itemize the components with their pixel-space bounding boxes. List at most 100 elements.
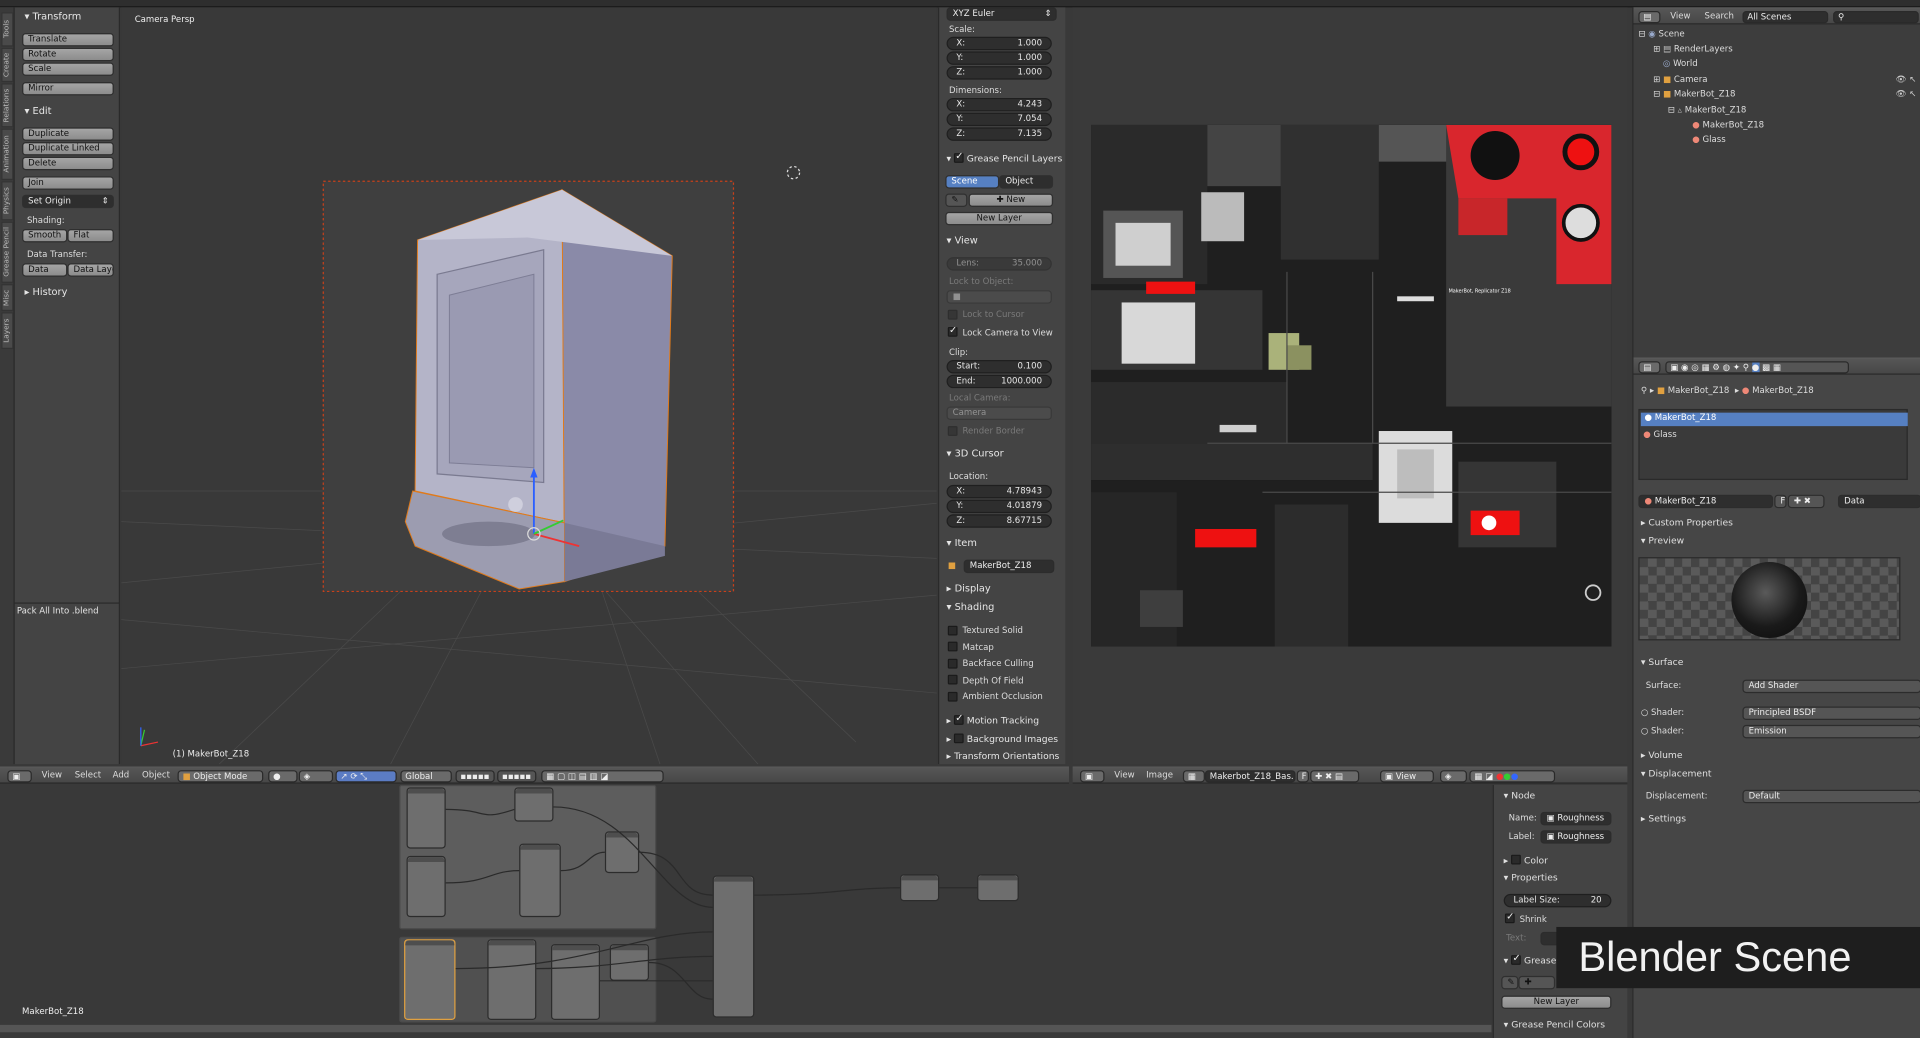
lens-field[interactable]: Lens: 35.000 [946,257,1052,271]
displacement-panel-title[interactable]: ▾ Displacement [1641,768,1712,779]
menu-view-image[interactable]: View [1114,770,1134,780]
menu-select[interactable]: Select [75,770,101,780]
delete-button[interactable]: Delete [22,156,114,171]
cursor-x-field[interactable]: X: 4.78943 [946,484,1052,499]
item-panel-title[interactable]: ▾ Item [947,538,977,549]
pack-all-operator-title[interactable]: ▾ Pack All Into .blend [10,606,99,616]
lock-camera-to-view-checkbox[interactable] [947,324,958,337]
visibility-eye-icon[interactable]: 👁︎ ↖ [1896,75,1917,85]
surface-shader-field[interactable]: Add Shader [1742,679,1920,694]
outliner-row-scene[interactable]: ⊟ ◉ Scene [1638,29,1684,39]
orientation-dropdown[interactable]: Global [400,770,452,783]
tab-misc[interactable]: Misc [1,284,14,312]
data-button[interactable]: Data [22,263,68,277]
data-layout-button[interactable]: Data Layo [67,263,114,277]
label-size-field[interactable]: Label Size: 20 [1503,893,1612,908]
gp-object-tab[interactable]: Object [999,175,1054,189]
custom-properties-panel-title[interactable]: ▸ Custom Properties [1641,517,1733,528]
backface-culling-checkbox[interactable] [947,658,958,669]
image-editor-type-icon[interactable]: ▣ [1080,770,1105,783]
clip-end-field[interactable]: End: 1000.000 [946,374,1052,389]
depth-of-field-checkbox[interactable] [947,674,958,685]
tab-layers[interactable]: Layers [1,312,14,349]
new-layer-button[interactable]: New Layer [945,211,1054,226]
image-browse-icon[interactable]: ▦ [1182,770,1205,783]
outliner-row-world[interactable]: ◎ World [1663,59,1698,69]
viewport-scene[interactable] [121,7,937,765]
local-camera-field[interactable]: Camera [946,406,1052,421]
transform-panel-title[interactable]: ▾ Transform [24,11,81,22]
image-actions-icons[interactable]: ✚ ✖ ▤ [1310,770,1360,783]
manipulator-toggle-icon[interactable]: ↗ ⟳ ⤡ [335,770,397,783]
outliner-menu-view[interactable]: View [1670,11,1690,21]
editor-type-icon[interactable]: ▣ [7,770,32,783]
tab-physics[interactable]: Physics [1,181,14,221]
display-panel-title[interactable]: ▸ Display [947,583,991,594]
cursor-y-field[interactable]: Y: 4.01879 [946,499,1052,514]
surface-panel-title[interactable]: ▾ Surface [1641,656,1684,667]
shrink-checkbox[interactable] [1504,911,1515,924]
properties-type-icon[interactable]: ▤ [1638,361,1661,374]
properties-panel-title[interactable]: ▾ Properties [1504,872,1558,883]
gp-new-button[interactable]: ✚ New [968,193,1054,207]
tab-tools[interactable]: Tools [1,12,14,47]
node-editor[interactable]: MakerBot_Z18 [0,784,1492,1038]
lock-to-cursor-checkbox[interactable] [947,309,958,320]
outliner-menu-search[interactable]: Search [1705,11,1734,21]
scale-y-field[interactable]: Y: 1.000 [946,51,1052,65]
slot-glass[interactable]: ● Glass [1643,430,1676,440]
pencil-icon[interactable]: ✎ [945,193,968,207]
clip-start-field[interactable]: Start: 0.100 [946,360,1052,374]
scale-x-field[interactable]: X: 1.000 [946,36,1052,51]
background-images-panel-title[interactable]: ▸ Background Images [947,732,1058,744]
color-panel-title[interactable]: ▸ Color [1504,853,1548,866]
node-panel-title[interactable]: ▾ Node [1504,790,1536,801]
view-mode-dropdown[interactable]: ▣ View [1380,770,1434,783]
shading-panel-title[interactable]: ▾ Shading [947,601,995,612]
shader-1-field[interactable]: Principled BSDF [1742,706,1920,721]
smooth-button[interactable]: Smooth [22,228,68,243]
base-color-texture-image[interactable]: MakerBot, Replicator Z18 [1091,124,1612,647]
rotate-button[interactable]: Rotate [22,47,114,62]
material-fake-user-toggle[interactable]: F [1774,494,1787,509]
volume-panel-title[interactable]: ▸ Volume [1641,749,1683,760]
link-data-dropdown[interactable]: Data [1837,494,1920,509]
image-name-field[interactable]: Makerbot_Z18_Bas... [1204,770,1296,783]
settings-panel-title[interactable]: ▸ Settings [1641,813,1686,824]
view-panel-title[interactable]: ▾ View [947,235,978,246]
tab-grease-pencil[interactable]: Grease Pencil [1,221,14,283]
matcap-checkbox[interactable] [947,641,958,652]
tab-animation[interactable]: Animation [1,128,14,181]
textured-solid-checkbox[interactable] [947,625,958,636]
flat-button[interactable]: Flat [67,228,114,243]
ambient-occlusion-checkbox[interactable] [947,691,958,702]
grease-pencil-layers-title[interactable]: ▾ Grease Pencil Layers [947,151,1063,164]
mode-dropdown[interactable]: ■ Object Mode [177,770,264,783]
dimension-z-field[interactable]: Z: 7.135 [946,127,1052,141]
node-pencil-icon[interactable]: ✎ [1501,975,1519,990]
outliner-row-material-glass[interactable]: ● Glass [1692,135,1725,145]
menu-object[interactable]: Object [142,770,170,780]
pivot-icon[interactable]: ◈ [1440,770,1467,783]
tab-create[interactable]: Create [1,47,14,83]
outliner-row-camera[interactable]: ⊞ ■ Camera [1653,75,1707,85]
shader-2-field[interactable]: Emission [1742,724,1920,739]
display-mode-dropdown[interactable]: All Scenes [1742,11,1829,24]
scale-z-field[interactable]: Z: 1.000 [946,66,1052,80]
node-label-field[interactable]: ▣ Roughness [1540,830,1612,844]
displacement-field[interactable]: Default [1742,789,1920,804]
join-button[interactable]: Join [22,176,114,190]
viewport-tools-icons[interactable]: ▦ ▢ ◫ ▤ ▥ ◪ [541,770,664,783]
outliner-search-input[interactable]: ⚲ [1833,11,1919,24]
outliner-row-renderlayers[interactable]: ⊞ ▤ RenderLayers [1653,44,1733,54]
render-border-checkbox[interactable] [947,426,958,436]
transform-orientations-panel-title[interactable]: ▸ Transform Orientations [947,751,1060,762]
layers-a-icon[interactable]: ▪▪▪▪▪ [455,770,495,783]
translate-button[interactable]: Translate [22,33,114,47]
material-name-field[interactable]: ● MakerBot_Z18 [1638,494,1774,509]
lock-object-field[interactable]: ■ [946,290,1052,304]
node-name-field[interactable]: ▣ Roughness [1540,811,1612,826]
outliner-row-material-makerbot[interactable]: ● MakerBot_Z18 [1692,120,1764,130]
shading-mode-icon[interactable]: ● [268,770,298,783]
node-new-layer-button[interactable]: New Layer [1501,995,1612,1009]
